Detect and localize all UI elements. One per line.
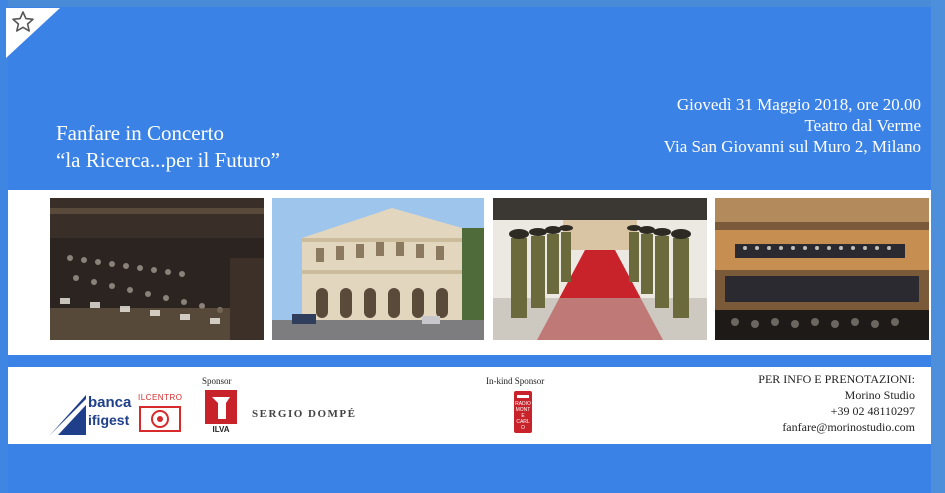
photo-red-carpet [493,198,707,340]
window-top-edge [0,0,945,7]
blue-divider [8,355,931,367]
ifigest-text: ifigest [88,412,130,428]
concert-title: Fanfare in Concerto “la Ricerca...per il… [56,120,280,174]
banca-text: banca [88,394,132,411]
event-venue: Teatro dal Verme [804,116,921,135]
photo-orchestra-hall [50,198,264,340]
photo-strip [8,190,931,355]
event-details: Giovedì 31 Maggio 2018, ore 20.00 Teatro… [664,94,921,157]
banca-ifigest-logo: banca ifigest [50,394,132,435]
inkind-sponsor-label: In-kind Sponsor [486,376,545,386]
photo-teatro-building [272,198,484,340]
sponsor-strip: banca ifigest ILCENTRO Sponsor ILVA SERG… [8,367,931,444]
title-line-2: “la Ricerca...per il Futuro” [56,148,280,172]
ilcentro-text: ILCENTRO [138,393,183,402]
ilcentro-logo: ILCENTRO [138,393,184,433]
radio-text: RADIO MONTE CARLO [515,401,531,431]
info-contact: Morino Studio [844,388,915,402]
radio-monte-carlo-logo: RADIO MONTE CARLO [512,391,534,433]
sergio-dompe-logo: SERGIO DOMPÉ [252,408,357,420]
title-line-1: Fanfare in Concerto [56,121,224,145]
booking-info: PER INFO E PRENOTAZIONI: Morino Studio +… [758,371,915,435]
ilva-text: ILVA [212,425,230,434]
ilva-logo: ILVA [204,389,238,435]
left-edge [0,0,8,493]
info-phone: +39 02 48110297 [830,404,915,418]
right-edge [931,0,945,493]
photo-band-stage [715,198,929,340]
info-email[interactable]: fanfare@morinostudio.com [758,419,915,435]
star-icon[interactable] [11,10,35,34]
bottom-blue-band [8,444,931,493]
event-address: Via San Giovanni sul Muro 2, Milano [663,137,921,156]
event-date: Giovedì 31 Maggio 2018, ore 20.00 [676,95,921,114]
info-heading: PER INFO E PRENOTAZIONI: [758,372,915,386]
sponsor-label: Sponsor [202,376,232,386]
